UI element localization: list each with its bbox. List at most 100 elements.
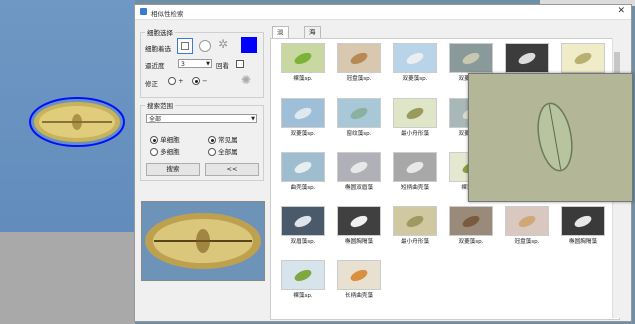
- result-thumbnail[interactable]: [337, 43, 381, 73]
- selected-diatom-cell[interactable]: [28, 96, 126, 148]
- cell-shape: [348, 50, 370, 66]
- correct-plus-option[interactable]: +: [168, 77, 184, 85]
- result-thumbnail[interactable]: [505, 43, 549, 73]
- cell-shape: [404, 159, 426, 175]
- result-tile[interactable]: 椭圆双眉藻: [337, 152, 381, 191]
- result-thumbnail[interactable]: [393, 206, 437, 236]
- result-tile[interactable]: 椭圆胸隔藻: [337, 206, 381, 245]
- result-caption: 窗纹藻sp.: [346, 131, 372, 137]
- result-thumbnail[interactable]: [449, 43, 493, 73]
- result-thumbnail[interactable]: [393, 43, 437, 73]
- cell-shape: [292, 267, 314, 283]
- radio-single-option[interactable]: 单细胞: [150, 134, 180, 144]
- result-thumbnail[interactable]: [449, 206, 493, 236]
- scrollbar-thumb[interactable]: [614, 52, 620, 74]
- result-thumbnail[interactable]: [505, 206, 549, 236]
- result-thumbnail[interactable]: [281, 43, 325, 73]
- cell-shape: [460, 50, 482, 66]
- cell-shape: [404, 213, 426, 229]
- result-caption: 双眉藻sp.: [290, 239, 316, 245]
- cell-group-title: 细胞选择: [145, 27, 175, 37]
- close-button[interactable]: ✕: [617, 6, 625, 16]
- review-checkbox[interactable]: [236, 60, 244, 68]
- result-tile[interactable]: 椭圆胸隔藻: [561, 206, 605, 245]
- result-caption: 最小舟形藻: [401, 131, 429, 137]
- result-thumbnail[interactable]: [337, 206, 381, 236]
- result-tile[interactable]: [561, 43, 605, 74]
- result-tile[interactable]: 双菱藻sp.: [393, 43, 437, 82]
- zoom-popup-image: [468, 73, 633, 202]
- result-caption: 裸藻sp.: [293, 293, 313, 299]
- cell-shape: [292, 159, 314, 175]
- auto-select-icon[interactable]: ✲: [218, 37, 228, 51]
- back-button[interactable]: <<: [205, 163, 259, 176]
- scope-select[interactable]: 全部 ▼: [146, 114, 257, 123]
- result-tile[interactable]: 双菱藻sp.: [281, 98, 325, 137]
- radio-multi-label: 多细胞: [160, 148, 180, 156]
- result-tile[interactable]: 裸藻sp.: [281, 260, 325, 299]
- result-thumbnail[interactable]: [281, 206, 325, 236]
- cell-shape: [404, 105, 426, 121]
- app-icon: [140, 8, 147, 15]
- title-bar: 相似性检索 ✕: [135, 5, 631, 20]
- rect-select-tool[interactable]: [177, 38, 193, 54]
- result-thumbnail[interactable]: [561, 206, 605, 236]
- approx-select[interactable]: 3 ▼: [178, 59, 212, 68]
- result-thumbnail[interactable]: [281, 152, 325, 182]
- result-thumbnail[interactable]: [393, 152, 437, 182]
- result-tile[interactable]: 短柄曲壳藻: [393, 152, 437, 191]
- radio-all-option[interactable]: 全部属: [208, 146, 238, 156]
- search-button[interactable]: 搜索: [146, 163, 200, 176]
- result-caption: 裸藻sp.: [293, 76, 313, 82]
- result-thumbnail[interactable]: [337, 260, 381, 290]
- window-title: 相似性检索: [151, 10, 184, 18]
- result-tile[interactable]: 裸藻sp.: [281, 43, 325, 82]
- radio-all-label: 全部属: [218, 148, 238, 156]
- cell-shape: [516, 50, 538, 66]
- radio-multi[interactable]: [150, 148, 158, 156]
- result-caption: 椭圆双眉藻: [345, 185, 373, 191]
- cell-shape: [348, 105, 370, 121]
- radio-common-option[interactable]: 常见属: [208, 134, 238, 144]
- radio-plus[interactable]: [168, 77, 176, 85]
- correct-label: 修正: [145, 80, 158, 88]
- radio-common-label: 常见属: [218, 136, 238, 144]
- cell-shape: [460, 213, 482, 229]
- radio-common[interactable]: [208, 136, 216, 144]
- approx-label: 逼近度: [145, 62, 165, 70]
- chevron-down-icon: ▼: [251, 116, 255, 122]
- result-thumbnail[interactable]: [393, 98, 437, 128]
- result-tile[interactable]: [505, 43, 549, 74]
- review-label: 回看: [216, 62, 229, 70]
- result-caption: 椭圆胸隔藻: [569, 239, 597, 245]
- result-caption: 最小舟形藻: [401, 239, 429, 245]
- color-swatch[interactable]: [241, 37, 257, 53]
- result-thumbnail[interactable]: [337, 152, 381, 182]
- result-tile[interactable]: 双菱藻sp.: [449, 206, 493, 245]
- result-thumbnail[interactable]: [561, 43, 605, 73]
- result-tile[interactable]: 曲壳藻sp.: [281, 152, 325, 191]
- radio-all[interactable]: [208, 148, 216, 156]
- radio-single-label: 单细胞: [160, 136, 180, 144]
- result-tile[interactable]: 冠盘藻sp.: [337, 43, 381, 82]
- radio-single[interactable]: [150, 136, 158, 144]
- preview-image: [141, 201, 265, 281]
- result-tile[interactable]: 最小舟形藻: [393, 98, 437, 137]
- chevron-down-icon: ▼: [206, 61, 210, 67]
- result-tile[interactable]: 长柄曲壳藻: [337, 260, 381, 299]
- radio-multi-option[interactable]: 多细胞: [150, 146, 180, 156]
- cell-shape: [292, 50, 314, 66]
- result-tile[interactable]: 窗纹藻sp.: [337, 98, 381, 137]
- correct-minus-option[interactable]: −: [192, 77, 208, 85]
- result-tile[interactable]: 双眉藻sp.: [281, 206, 325, 245]
- sun-icon[interactable]: ✺: [241, 73, 251, 87]
- result-tile[interactable]: 最小舟形藻: [393, 206, 437, 245]
- circle-select-tool[interactable]: [199, 40, 211, 52]
- result-thumbnail[interactable]: [281, 98, 325, 128]
- cell-shape: [404, 50, 426, 66]
- result-thumbnail[interactable]: [281, 260, 325, 290]
- radio-minus[interactable]: [192, 77, 200, 85]
- result-thumbnail[interactable]: [337, 98, 381, 128]
- cell-shape: [348, 213, 370, 229]
- result-tile[interactable]: 冠盘藻sp.: [505, 206, 549, 245]
